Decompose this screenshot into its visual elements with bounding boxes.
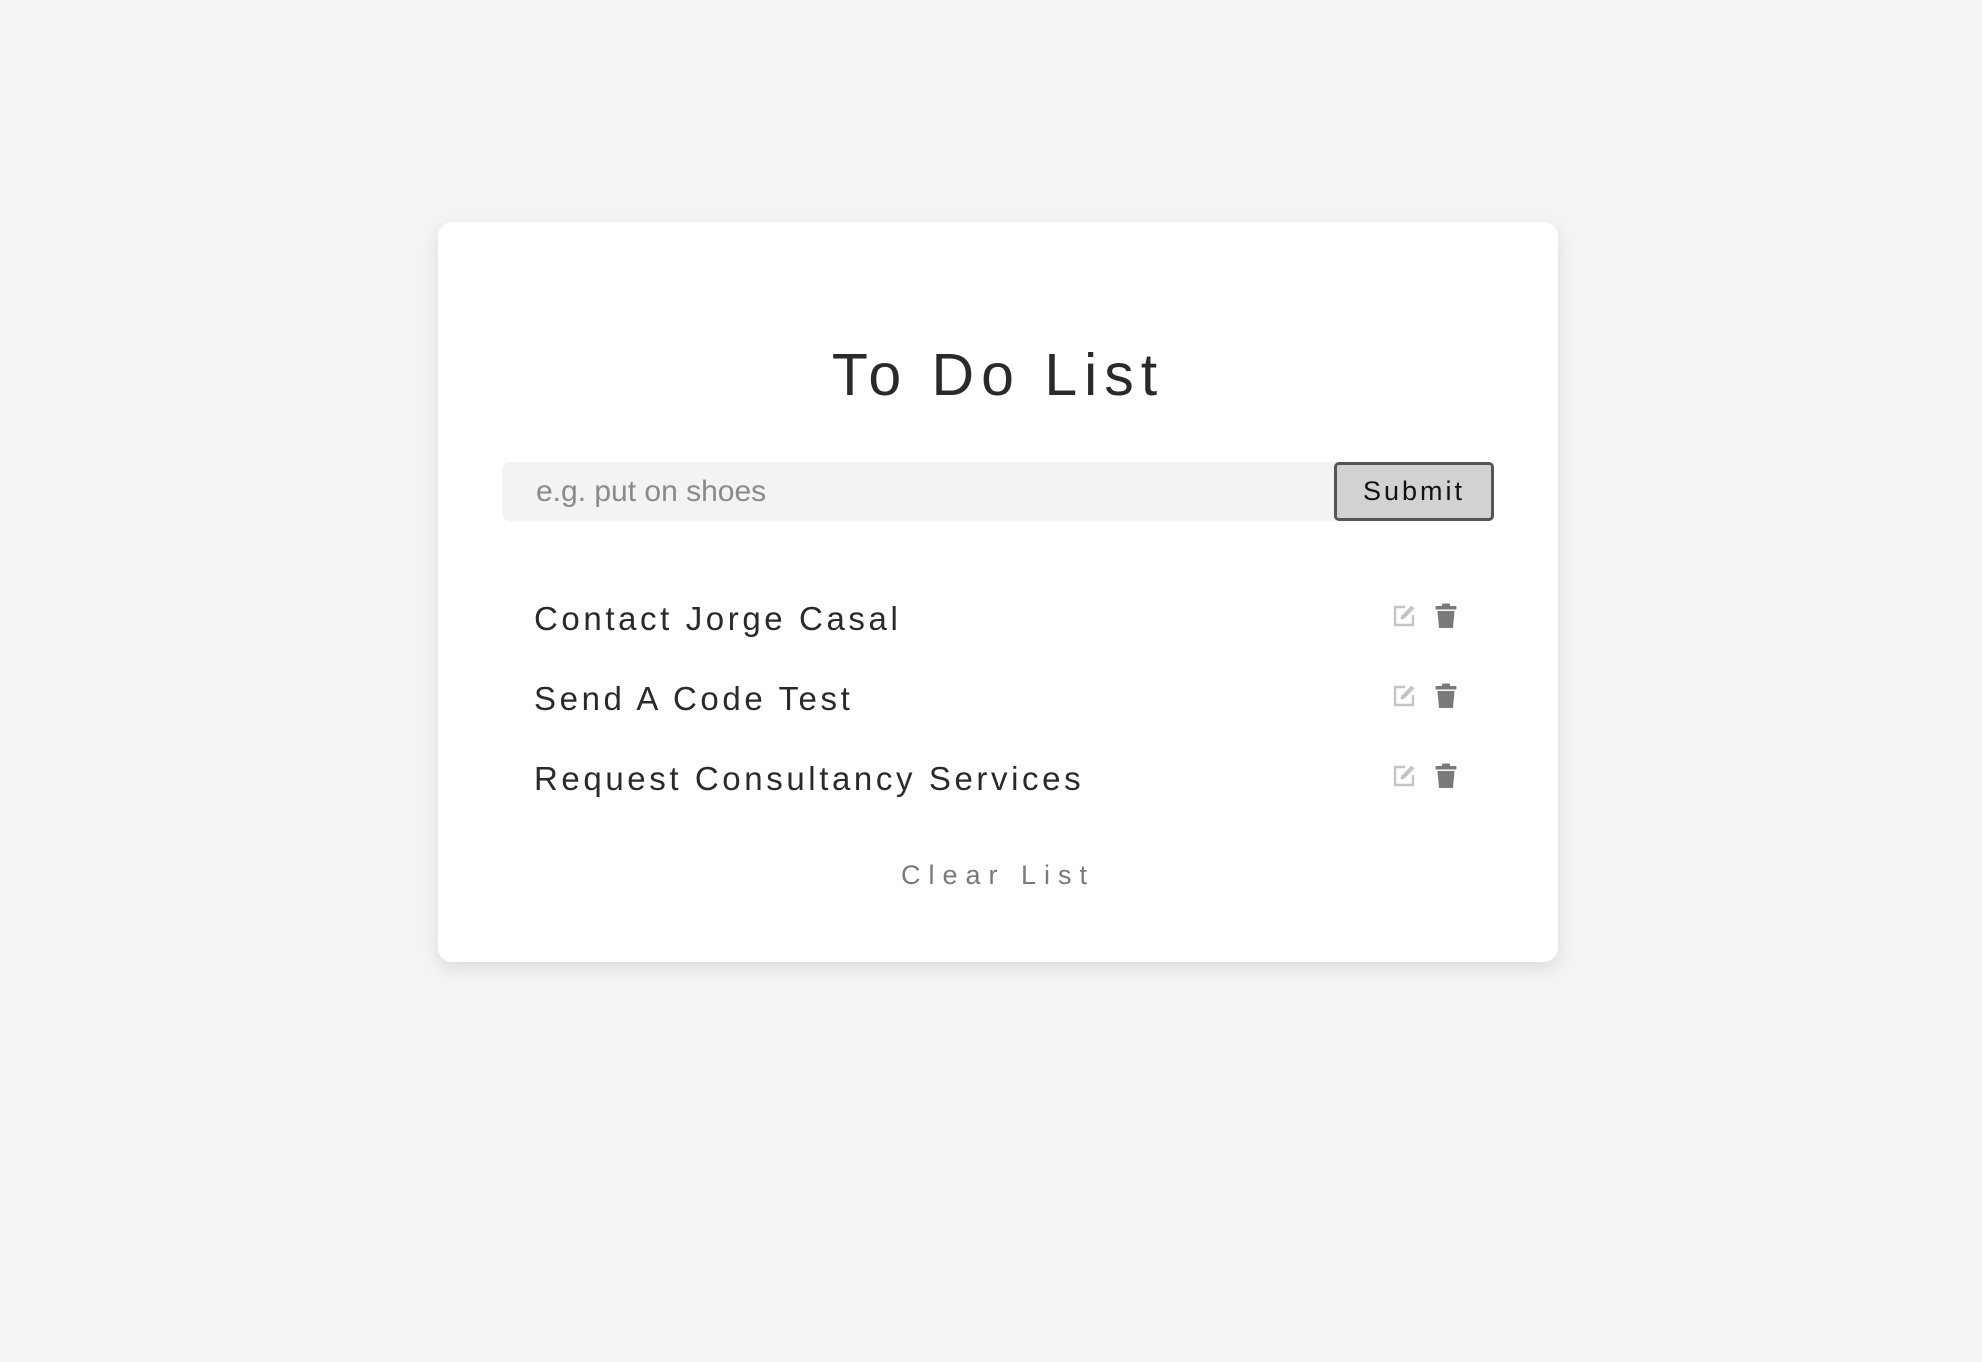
trash-icon[interactable] [1433, 602, 1459, 630]
page-title: To Do List [831, 342, 1165, 408]
list-item: Send A Code Test [534, 664, 1459, 744]
trash-icon[interactable] [1433, 762, 1459, 790]
edit-icon[interactable] [1391, 602, 1417, 630]
list-item-text: Contact Jorge Casal [534, 600, 902, 637]
submit-button[interactable]: Submit [1334, 462, 1494, 521]
list-item: Request Consultancy Services [534, 744, 1459, 824]
item-actions [1391, 602, 1459, 630]
edit-icon[interactable] [1391, 682, 1417, 710]
add-item-form: Submit [502, 462, 1494, 521]
clear-list-button[interactable]: Clear List [438, 860, 1558, 891]
todo-list: Contact Jorge Casal Send A Code Test Req… [534, 584, 1459, 824]
list-item-text: Request Consultancy Services [534, 760, 1085, 797]
item-actions [1391, 762, 1459, 790]
item-actions [1391, 682, 1459, 710]
todo-card: To Do List Submit Contact Jorge Casal [438, 222, 1558, 962]
list-item-text: Send A Code Test [534, 680, 854, 717]
edit-icon[interactable] [1391, 762, 1417, 790]
todo-input[interactable] [502, 462, 1334, 521]
trash-icon[interactable] [1433, 682, 1459, 710]
list-item: Contact Jorge Casal [534, 584, 1459, 664]
